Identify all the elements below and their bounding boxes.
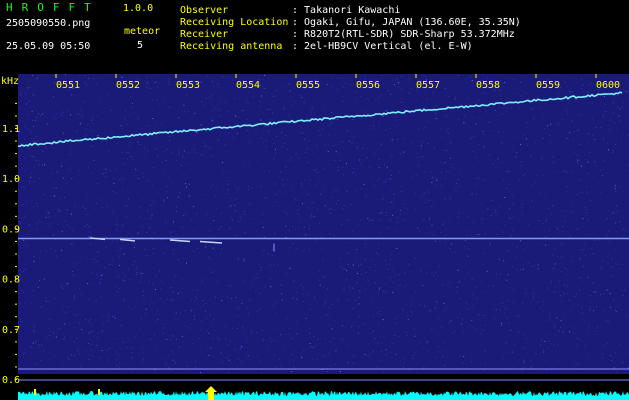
time-tick-label: 0600 <box>596 80 620 91</box>
time-tick-label: 0555 <box>296 80 320 91</box>
observer-value: : Takanori Kawachi <box>292 5 401 16</box>
frequency-tick-label: 0.8 <box>2 275 20 286</box>
frequency-minor-tick <box>15 165 17 167</box>
frequency-minor-tick <box>15 153 17 155</box>
frequency-tick-label: 1.1 <box>2 124 20 135</box>
time-tick-label: 0558 <box>476 80 500 91</box>
antenna-value: : 2el-HB9CV Vertical (el. E-W) <box>292 41 473 52</box>
capture-datetime: 25.05.09 05:50 <box>6 41 91 52</box>
time-tick-label: 0551 <box>56 80 80 91</box>
frequency-minor-tick <box>15 266 17 268</box>
frequency-minor-tick <box>15 316 17 318</box>
meteor-count-label: meteor <box>124 26 161 37</box>
frequency-minor-tick <box>15 379 17 380</box>
detection-tick <box>98 389 100 395</box>
frequency-unit-label: kHz <box>1 76 19 87</box>
antenna-label: Receiving antenna <box>180 41 283 52</box>
frequency-minor-tick <box>15 341 17 343</box>
meteor-count-value: 5 <box>137 40 144 51</box>
frequency-tick-label: 0.6 <box>2 375 20 386</box>
location-label: Receiving Location <box>180 17 289 28</box>
detection-tick <box>34 389 36 395</box>
frequency-minor-tick <box>15 278 17 280</box>
frequency-minor-tick <box>15 253 17 255</box>
time-tick-label: 0553 <box>176 80 200 91</box>
frequency-minor-tick <box>15 215 17 217</box>
frequency-minor-tick <box>15 178 17 180</box>
frequency-minor-tick <box>15 128 17 129</box>
frequency-minor-tick <box>15 353 17 355</box>
observer-label: Observer <box>180 5 229 16</box>
receiver-value: : R820T2(RTL-SDR) SDR-Sharp 53.372MHz <box>292 29 515 40</box>
location-value: : Ogaki, Gifu, JAPAN (136.60E, 35.35N) <box>292 17 521 28</box>
time-tick-label: 0556 <box>356 80 380 91</box>
time-tick-label: 0554 <box>236 80 260 91</box>
frequency-minor-tick <box>15 303 17 305</box>
frequency-minor-tick <box>15 115 17 117</box>
app-version: 1.0.0 <box>123 3 154 14</box>
header-panel: HROFFT 1.0.0 2505090550.png meteor 25.05… <box>0 0 629 74</box>
frequency-tick-label: 1.0 <box>2 174 20 185</box>
frequency-minor-tick <box>15 228 17 230</box>
spectrogram-canvas: 0551 0552 0553 0554 0555 0556 0557 0558 0559 0600… <box>0 74 629 400</box>
frequency-tick-label: 0.7 <box>2 325 20 336</box>
frequency-minor-tick <box>15 291 17 293</box>
receiver-label: Receiver <box>180 29 229 40</box>
frequency-minor-tick <box>15 240 17 242</box>
frequency-minor-tick <box>15 102 17 104</box>
time-tick-label: 0552 <box>116 80 140 91</box>
time-tick-label: 0557 <box>416 80 440 91</box>
frequency-minor-tick <box>15 190 17 192</box>
frequency-minor-tick <box>15 140 17 142</box>
app-brand: HROFFT <box>6 1 100 14</box>
spectrogram-panel: 0551 0552 0553 0554 0555 0556 0557 0558 0559 0600… <box>0 74 629 400</box>
frequency-tick-label: 0.9 <box>2 224 20 235</box>
frequency-minor-tick <box>15 328 17 330</box>
frequency-minor-tick <box>15 366 17 368</box>
frequency-minor-tick <box>15 203 17 205</box>
time-tick-label: 0559 <box>536 80 560 91</box>
file-name: 2505090550.png <box>6 18 91 29</box>
